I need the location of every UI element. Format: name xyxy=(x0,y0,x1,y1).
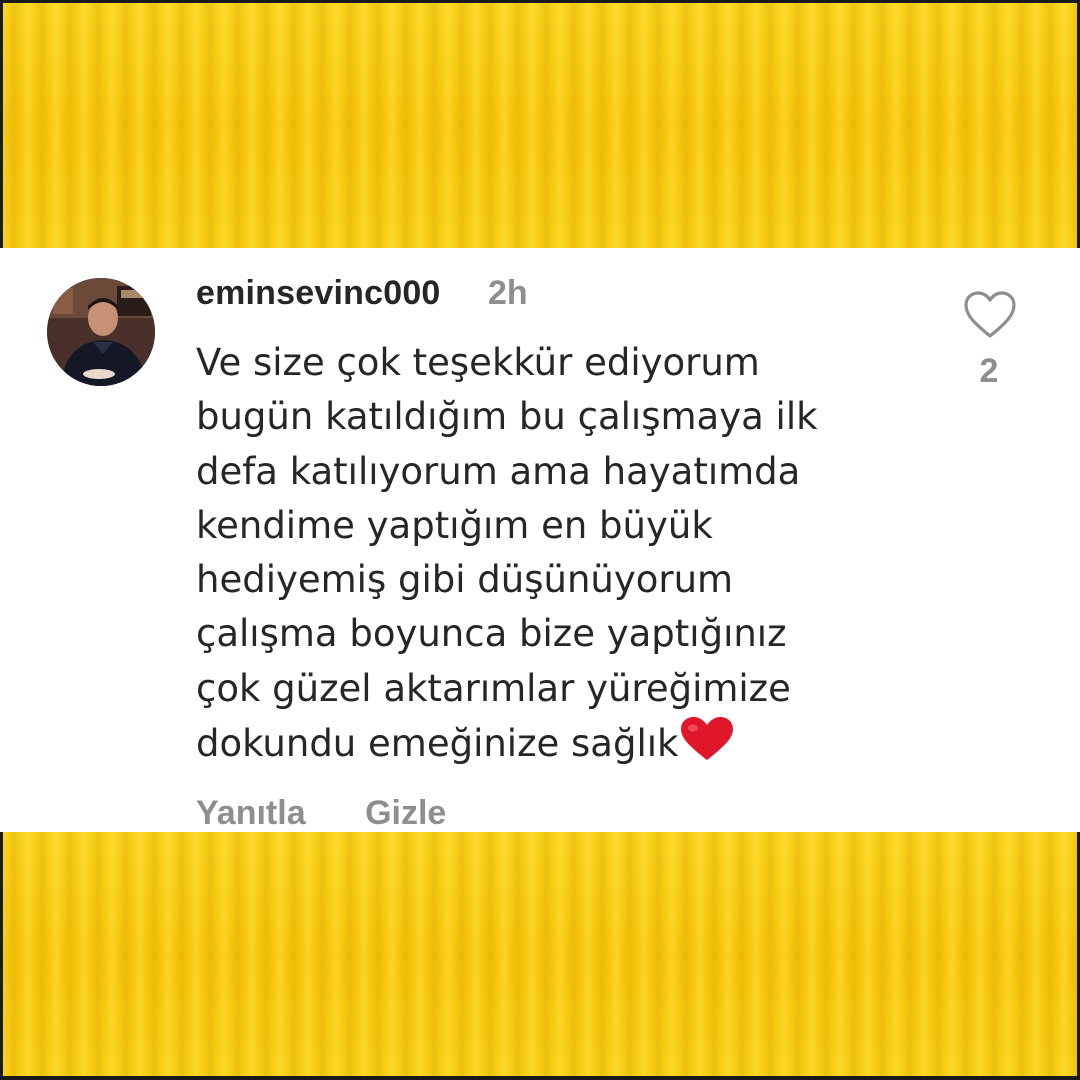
comment-body: Ve size çok teşekkür ediyorum bugün katı… xyxy=(196,336,916,777)
yellow-background-bottom xyxy=(0,832,1080,1080)
like-button[interactable] xyxy=(962,290,1018,340)
avatar-photo xyxy=(47,278,155,386)
red-heart-emoji-icon xyxy=(679,716,735,777)
avatar[interactable] xyxy=(47,278,155,386)
post-image: eminsevinc000 2h Ve size çok teşekkür ed… xyxy=(0,0,1080,1080)
heart-outline-icon xyxy=(964,291,1016,338)
comment-timestamp: 2h xyxy=(488,274,528,312)
comment-card: eminsevinc000 2h Ve size çok teşekkür ed… xyxy=(0,248,1080,832)
reply-button[interactable]: Yanıtla xyxy=(196,794,306,833)
like-count: 2 xyxy=(979,352,999,390)
comment-username[interactable]: eminsevinc000 xyxy=(196,274,441,313)
comment-actions: Yanıtla Gizle xyxy=(196,794,446,833)
hide-button[interactable]: Gizle xyxy=(365,794,446,833)
yellow-background-top xyxy=(0,0,1080,248)
comment-text: Ve size çok teşekkür ediyorum bugün katı… xyxy=(196,341,818,766)
